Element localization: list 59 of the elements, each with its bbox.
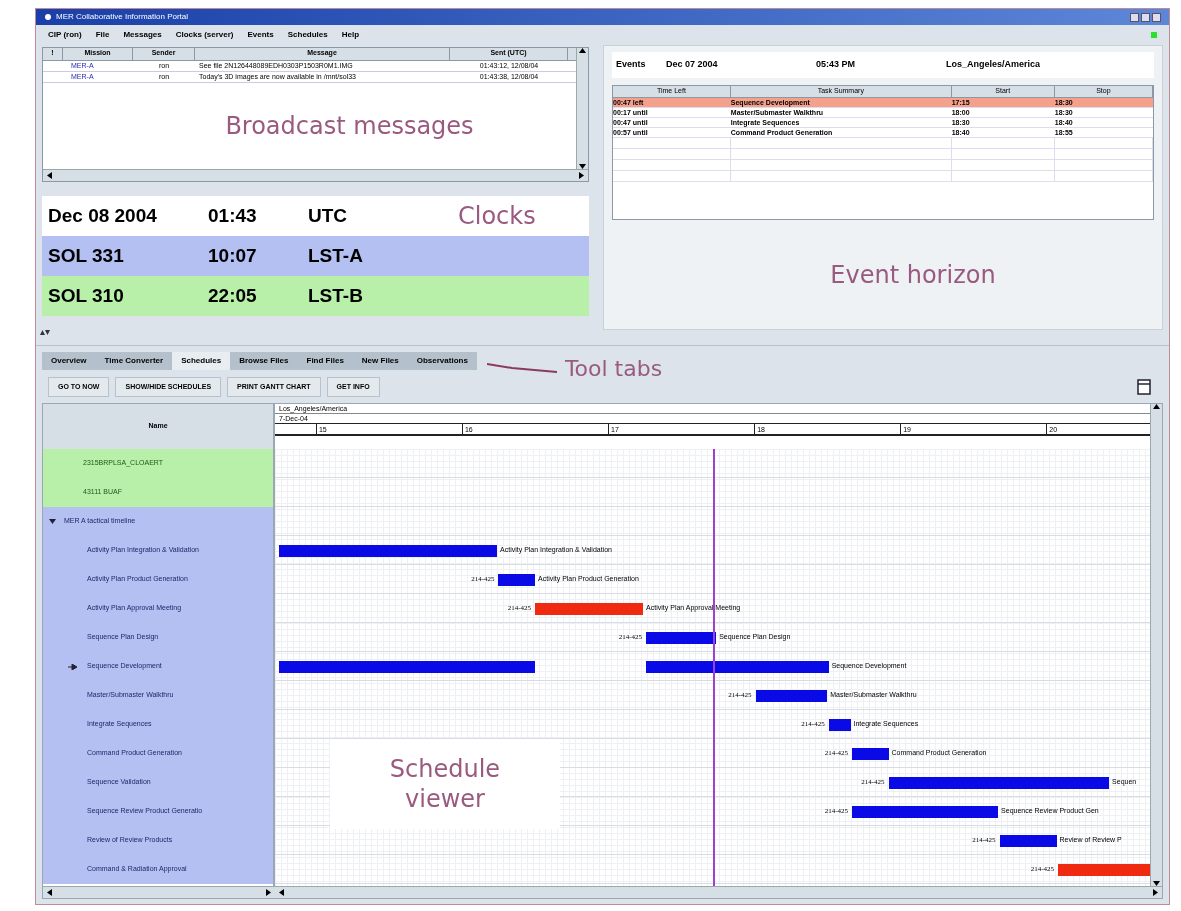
up-arrow-icon[interactable] [1153, 404, 1160, 409]
right-arrow-icon[interactable] [579, 172, 584, 179]
down-arrow-icon[interactable] [579, 164, 586, 169]
tab[interactable]: Observations [407, 352, 477, 370]
clock-time: 01:43 [208, 203, 258, 228]
minimize-icon[interactable] [1130, 12, 1139, 22]
left-arrow-icon[interactable] [47, 889, 52, 896]
events-time: 05:43 PM [816, 58, 857, 72]
tab[interactable]: Schedules [172, 352, 231, 370]
splitter-arrows-icon[interactable] [40, 330, 50, 335]
up-arrow-icon[interactable] [579, 48, 586, 53]
database-icon[interactable] [1137, 379, 1151, 395]
menu-item[interactable]: Clocks (server) [175, 29, 234, 41]
tab[interactable]: Overview [42, 352, 96, 370]
window-title: MER Collaborative Information Portal [56, 11, 189, 23]
left-arrow-icon[interactable] [47, 172, 52, 179]
tab[interactable]: Find Files [297, 352, 353, 370]
menu-item[interactable]: Events [247, 29, 274, 41]
clock-zone: LST-B [308, 283, 364, 308]
menu-item[interactable]: File [95, 29, 110, 41]
clock-time: 22:05 [208, 283, 258, 308]
annotation-label: Broadcast messages [225, 111, 474, 142]
status-light [1151, 32, 1157, 38]
clock-zone: LST-A [308, 243, 364, 268]
tab[interactable]: Browse Files [230, 352, 298, 370]
task-bar[interactable] [755, 690, 828, 702]
collapse-icon[interactable] [49, 518, 56, 525]
right-arrow-icon[interactable] [266, 889, 271, 896]
events-label: Events [616, 58, 647, 72]
menu-item[interactable]: Help [341, 29, 360, 41]
tab[interactable]: New Files [352, 352, 408, 370]
events-zone: Los_Angeles/America [946, 58, 1041, 72]
down-arrow-icon[interactable] [1153, 881, 1160, 886]
scrollbar[interactable] [43, 886, 275, 898]
clock-date: SOL 331 [48, 243, 125, 268]
tab[interactable]: Time Converter [95, 352, 173, 370]
task-bar[interactable] [828, 719, 851, 731]
scrollbar[interactable] [1150, 404, 1162, 886]
clock-time: 10:07 [208, 243, 258, 268]
annotation-label: Clocks [458, 201, 536, 232]
menu-item[interactable]: CIP (ron) [48, 29, 82, 41]
clock-date: SOL 310 [48, 283, 125, 308]
scrollbar[interactable] [275, 886, 1162, 898]
annotation-label: Event horizon [830, 259, 996, 291]
scrollbar[interactable] [43, 169, 588, 181]
app-icon [44, 13, 52, 21]
menu-item[interactable]: Messages [123, 29, 162, 41]
close-icon[interactable] [1152, 12, 1161, 22]
maximize-icon[interactable] [1141, 12, 1150, 22]
menu-item[interactable]: Schedules [287, 29, 328, 41]
clock-date: Dec 08 2004 [48, 203, 158, 228]
leader-line [486, 363, 557, 373]
scrollbar[interactable] [576, 48, 588, 169]
right-arrow-icon[interactable] [1153, 889, 1158, 896]
events-date: Dec 07 2004 [666, 58, 719, 72]
left-arrow-icon[interactable] [279, 889, 284, 896]
annotation-label: Schedule viewer [388, 754, 502, 814]
annotation-label: Tool tabs [564, 354, 663, 383]
clock-zone: UTC [308, 203, 349, 228]
